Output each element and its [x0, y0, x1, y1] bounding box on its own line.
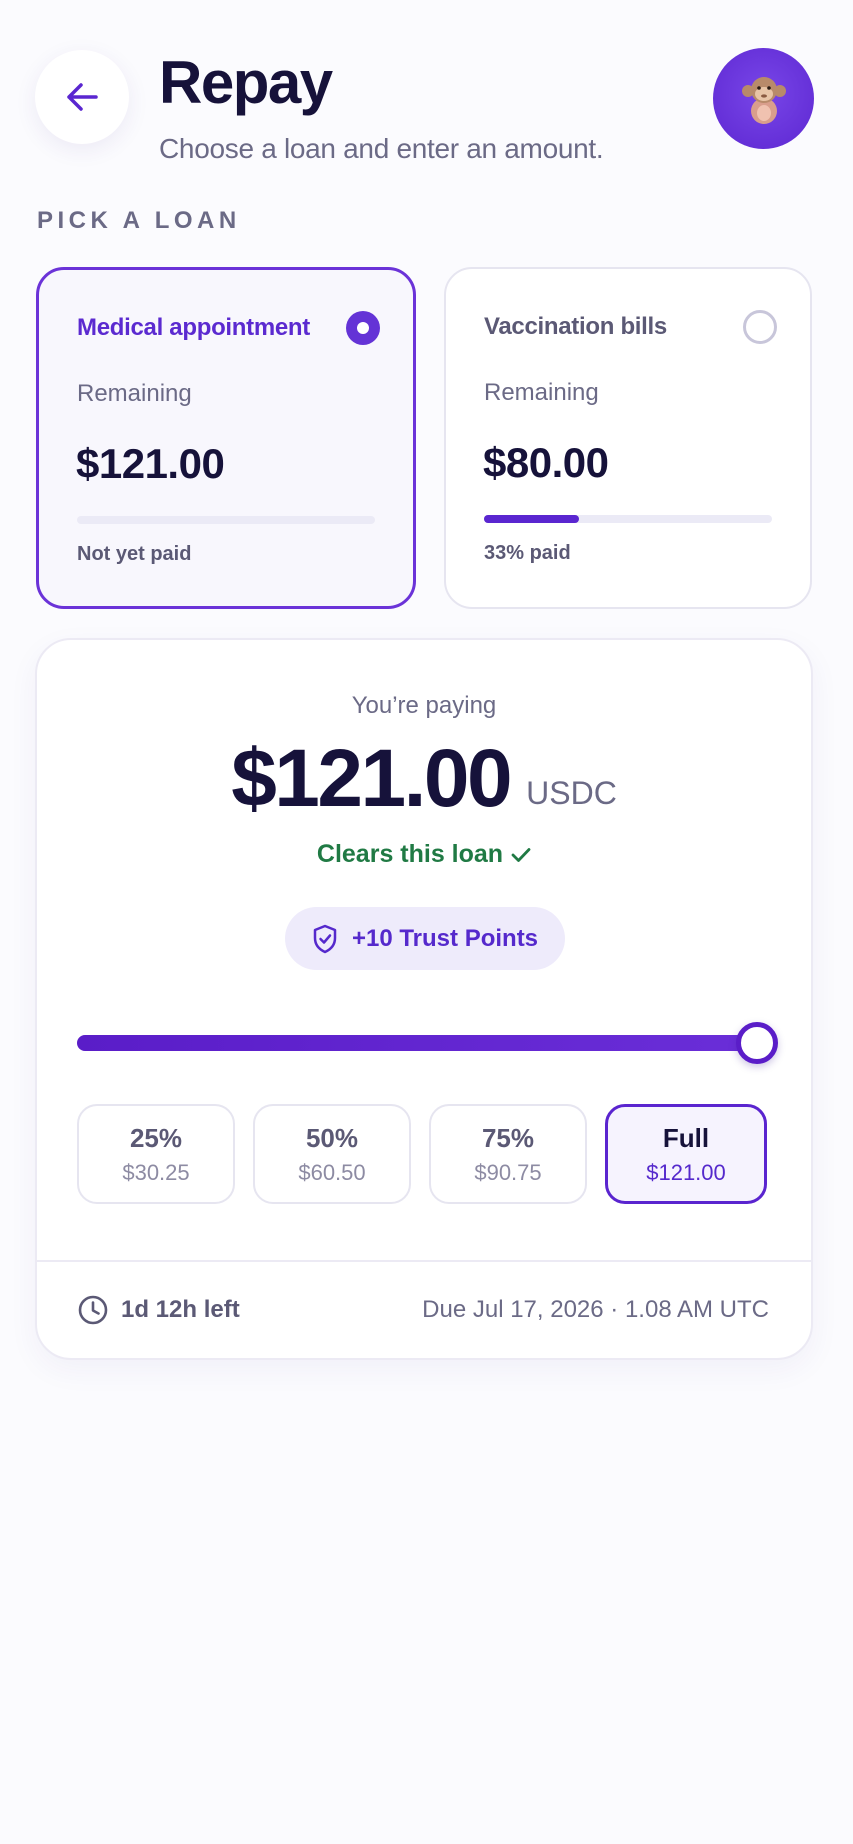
loan-remaining-amount: $121.00: [76, 440, 225, 487]
remaining-label: Remaining: [484, 379, 599, 406]
loan-name: Medical appointment: [77, 314, 310, 341]
trust-points-badge: +10 Trust Points: [285, 907, 565, 970]
preset-50-button[interactable]: 50% $60.50: [253, 1104, 411, 1204]
loan-progress-bar: [77, 516, 375, 524]
radio-selected[interactable]: [346, 311, 380, 345]
shield-check-icon: [313, 924, 337, 953]
preset-amount: $60.50: [298, 1159, 366, 1185]
time-left: 1d 12h left: [77, 1294, 240, 1326]
preset-amount: $90.75: [474, 1159, 542, 1185]
repay-screen: Repay Choose a loan and enter an amount.…: [0, 0, 853, 1844]
avatar[interactable]: [713, 48, 814, 149]
back-button[interactable]: [35, 50, 129, 144]
preset-buttons: 25% $30.25 50% $60.50 75% $90.75 Full $1…: [77, 1104, 767, 1204]
loan-paid-status: 33% paid: [484, 542, 571, 564]
loan-paid-status: Not yet paid: [77, 543, 192, 565]
loan-remaining-amount: $80.00: [483, 439, 609, 486]
clears-loan-text: Clears this loan: [316, 840, 504, 868]
preset-full-button[interactable]: Full $121.00: [605, 1104, 767, 1204]
preset-label: Full: [662, 1122, 710, 1153]
payment-amount-row: $121.00 USDC: [37, 732, 811, 826]
due-date: Due Jul 17, 2026 · 1.08 AM UTC: [422, 1296, 769, 1323]
preset-25-button[interactable]: 25% $30.25: [77, 1104, 235, 1204]
due-info-row: 1d 12h left Due Jul 17, 2026 · 1.08 AM U…: [77, 1294, 769, 1326]
page-subtitle: Choose a loan and enter an amount.: [159, 133, 604, 164]
clock-icon: [78, 1295, 108, 1325]
loan-card-vaccination-bills[interactable]: Vaccination bills Remaining $80.00 33% p…: [444, 267, 812, 609]
preset-amount: $121.00: [646, 1159, 726, 1185]
amount-slider[interactable]: [77, 1022, 778, 1064]
preset-label: 75%: [481, 1122, 535, 1153]
divider: [37, 1260, 811, 1262]
loan-progress-fill: [484, 515, 580, 523]
preset-amount: $30.25: [122, 1159, 190, 1185]
clears-loan-notice: Clears this loan: [37, 840, 811, 869]
paying-label: You’re paying: [351, 692, 497, 719]
payment-panel: You’re paying $121.00 USDC Clears this l…: [35, 638, 813, 1360]
time-left-text: 1d 12h left: [121, 1296, 240, 1323]
preset-75-button[interactable]: 75% $90.75: [429, 1104, 587, 1204]
page-title: Repay: [159, 49, 333, 116]
payment-currency: USDC: [526, 775, 617, 811]
monkey-avatar-icon: [741, 76, 786, 124]
amount-slider-fill: [77, 1035, 757, 1051]
checkmark-icon: [511, 847, 531, 862]
remaining-label: Remaining: [77, 380, 192, 407]
trust-points-text: +10 Trust Points: [351, 924, 539, 952]
payment-amount[interactable]: $121.00: [231, 732, 512, 826]
loan-card-medical-appointment[interactable]: Medical appointment Remaining $121.00 No…: [36, 267, 416, 609]
radio-unselected[interactable]: [743, 310, 777, 344]
section-label: PICK A LOAN: [37, 207, 241, 234]
amount-slider-thumb[interactable]: [736, 1022, 778, 1064]
preset-label: 50%: [305, 1122, 359, 1153]
preset-label: 25%: [129, 1122, 183, 1153]
loan-name: Vaccination bills: [484, 313, 667, 340]
arrow-left-icon: [67, 83, 98, 111]
loan-progress-bar: [484, 515, 772, 523]
